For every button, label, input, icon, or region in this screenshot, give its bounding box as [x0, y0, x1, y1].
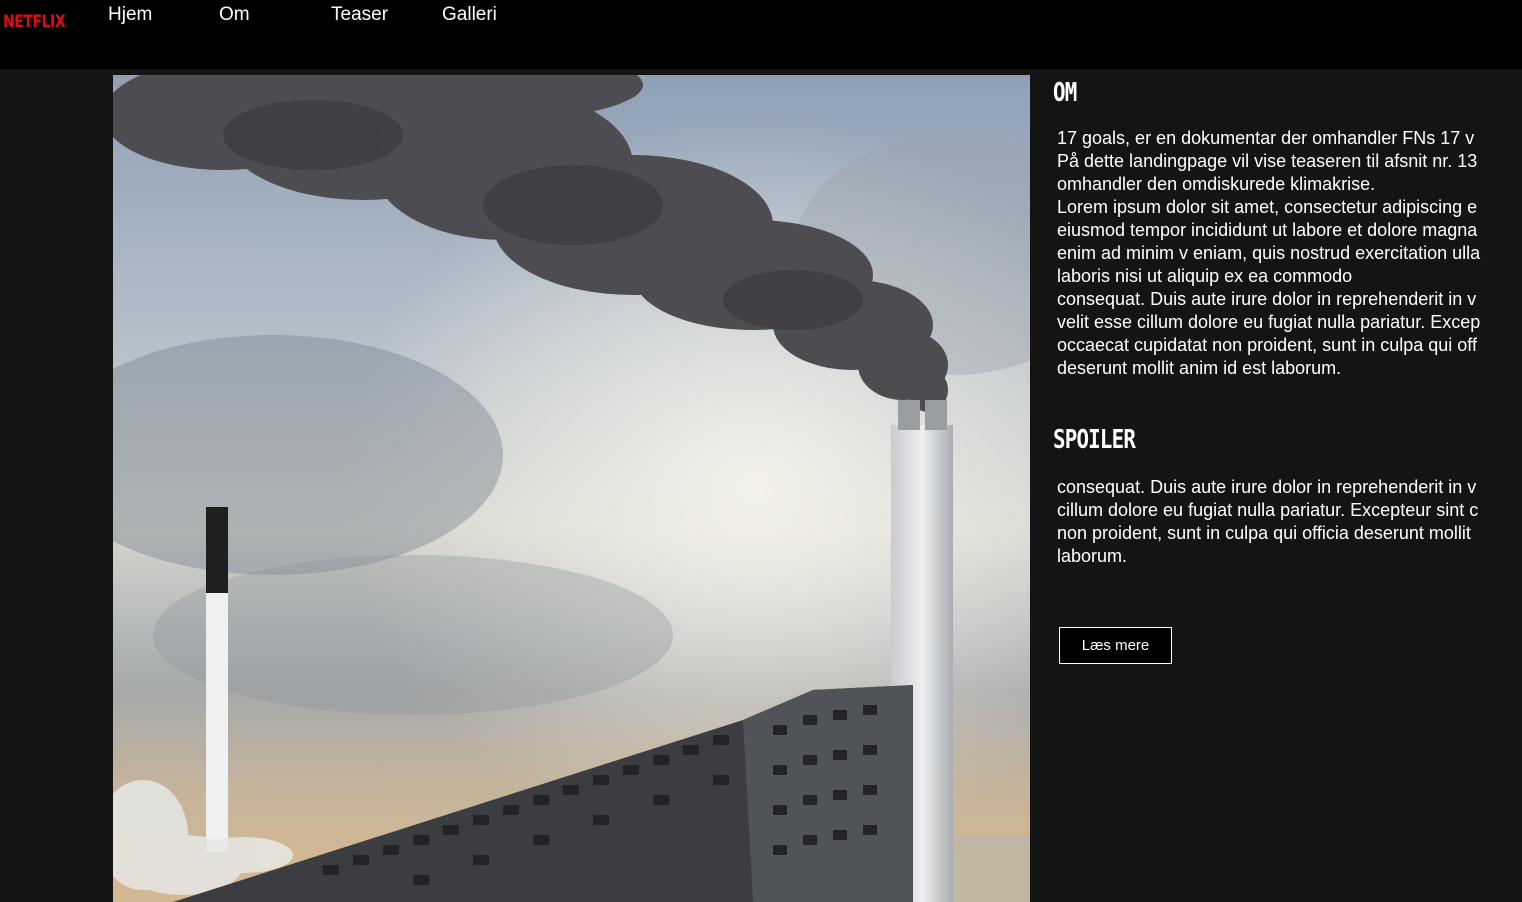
spoiler-title: SPOILER: [1053, 425, 1136, 455]
read-more-button[interactable]: Læs mere: [1059, 627, 1172, 664]
spoiler-text: consequat. Duis aute irure dolor in repr…: [1057, 476, 1522, 568]
about-line: På dette landingpage vil vise teaseren t…: [1057, 151, 1478, 171]
about-title: OM: [1053, 78, 1077, 108]
about-line: Lorem ipsum dolor sit amet, consectetur …: [1057, 197, 1478, 217]
about-line: consequat. Duis aute irure dolor in repr…: [1057, 289, 1477, 309]
about-line: occaecat cupidatat non proident, sunt in…: [1057, 335, 1477, 355]
spoiler-line: laborum.: [1057, 546, 1128, 566]
spoiler-line: non proident, sunt in culpa qui officia …: [1057, 523, 1471, 543]
spoiler-line: consequat. Duis aute irure dolor in repr…: [1057, 477, 1477, 497]
nav-link-teaser[interactable]: Teaser: [331, 4, 388, 26]
nav-link-om[interactable]: Om: [219, 4, 250, 26]
about-line: velit esse cillum dolore eu fugiat nulla…: [1057, 312, 1481, 332]
about-line: enim ad minim v eniam, quis nostrud exer…: [1057, 243, 1481, 263]
about-line: omhandler den omdiskurede klimakrise.: [1057, 174, 1376, 194]
about-line: deserunt mollit anim id est laborum.: [1057, 358, 1342, 378]
nav-link-galleri[interactable]: Galleri: [442, 4, 497, 26]
spoiler-line: cillum dolore eu fugiat nulla pariatur. …: [1057, 500, 1479, 520]
nav-link-hjem[interactable]: Hjem: [108, 4, 152, 26]
about-line: eiusmod tempor incididunt ut labore et d…: [1057, 220, 1478, 240]
about-line: laboris nisi ut aliquip ex ea commodo: [1057, 266, 1353, 286]
top-navigation-bar: NETFLIX Hjem Om Teaser Galleri: [0, 0, 1522, 69]
netflix-logo[interactable]: NETFLIX: [3, 12, 66, 32]
about-line: 17 goals, er en dokumentar der omhandler…: [1057, 128, 1475, 148]
about-text: 17 goals, er en dokumentar der omhandler…: [1057, 127, 1522, 380]
chimney-photo-illustration: [113, 75, 1030, 902]
hero-image: [113, 75, 1030, 902]
